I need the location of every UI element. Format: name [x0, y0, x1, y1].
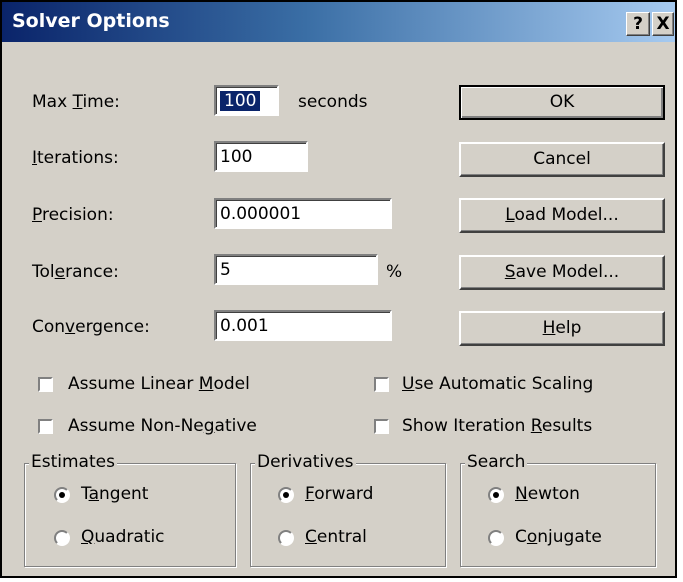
derivatives-group: Derivatives Forward Central [250, 452, 446, 567]
percent-unit-label: % [386, 262, 403, 282]
save-model-button[interactable]: Save Model... [459, 255, 665, 290]
max-time-value: 100 [220, 91, 261, 111]
newton-radio[interactable] [488, 487, 504, 503]
forward-label[interactable]: Forward [305, 484, 373, 504]
assume-linear-model-checkbox[interactable] [38, 377, 53, 392]
show-iteration-results-checkbox[interactable] [374, 419, 389, 434]
conjugate-radio[interactable] [488, 530, 504, 546]
ok-button[interactable]: OK [459, 85, 665, 120]
search-group: Search Newton Conjugate [460, 452, 656, 567]
solver-options-dialog: Solver Options ? X Max Time: Iterations:… [0, 0, 677, 578]
max-time-input[interactable]: 100 [214, 85, 279, 116]
help-titlebar-button[interactable]: ? [626, 12, 650, 36]
iterations-input[interactable]: 100 [214, 141, 308, 172]
quadratic-radio[interactable] [54, 530, 70, 546]
tangent-label[interactable]: Tangent [81, 484, 148, 504]
tolerance-label: Tolerance: [32, 262, 119, 282]
conjugate-label[interactable]: Conjugate [515, 527, 602, 547]
forward-radio[interactable] [278, 487, 294, 503]
title-bar[interactable]: Solver Options ? X [2, 2, 675, 42]
close-button[interactable]: X [652, 12, 674, 36]
show-iteration-results-label[interactable]: Show Iteration Results [402, 416, 592, 436]
search-group-label: Search [465, 452, 528, 472]
convergence-label: Convergence: [32, 317, 150, 337]
max-time-label: Max Time: [32, 92, 120, 112]
central-label[interactable]: Central [305, 527, 367, 547]
assume-non-negative-checkbox[interactable] [38, 419, 53, 434]
close-icon: X [656, 14, 670, 34]
estimates-group: Estimates Tangent Quadratic [24, 452, 236, 567]
central-radio[interactable] [278, 530, 294, 546]
use-automatic-scaling-label[interactable]: Use Automatic Scaling [402, 374, 593, 394]
seconds-unit-label: seconds [298, 92, 368, 112]
question-mark-icon: ? [633, 14, 643, 34]
assume-non-negative-label[interactable]: Assume Non-Negative [68, 416, 257, 436]
tangent-radio[interactable] [54, 487, 70, 503]
assume-linear-model-label[interactable]: Assume Linear Model [68, 374, 250, 394]
help-button[interactable]: Help [459, 311, 665, 346]
precision-input[interactable]: 0.000001 [214, 198, 392, 229]
cancel-button[interactable]: Cancel [459, 142, 665, 177]
precision-label: Precision: [32, 205, 114, 225]
quadratic-label[interactable]: Quadratic [81, 527, 165, 547]
iterations-label: Iterations: [32, 148, 119, 168]
convergence-input[interactable]: 0.001 [214, 310, 392, 341]
use-automatic-scaling-checkbox[interactable] [374, 377, 389, 392]
load-model-button[interactable]: Load Model... [459, 198, 665, 233]
tolerance-input[interactable]: 5 [214, 254, 378, 285]
dialog-title: Solver Options [12, 10, 170, 32]
estimates-group-label: Estimates [29, 452, 117, 472]
newton-label[interactable]: Newton [515, 484, 580, 504]
derivatives-group-label: Derivatives [255, 452, 356, 472]
